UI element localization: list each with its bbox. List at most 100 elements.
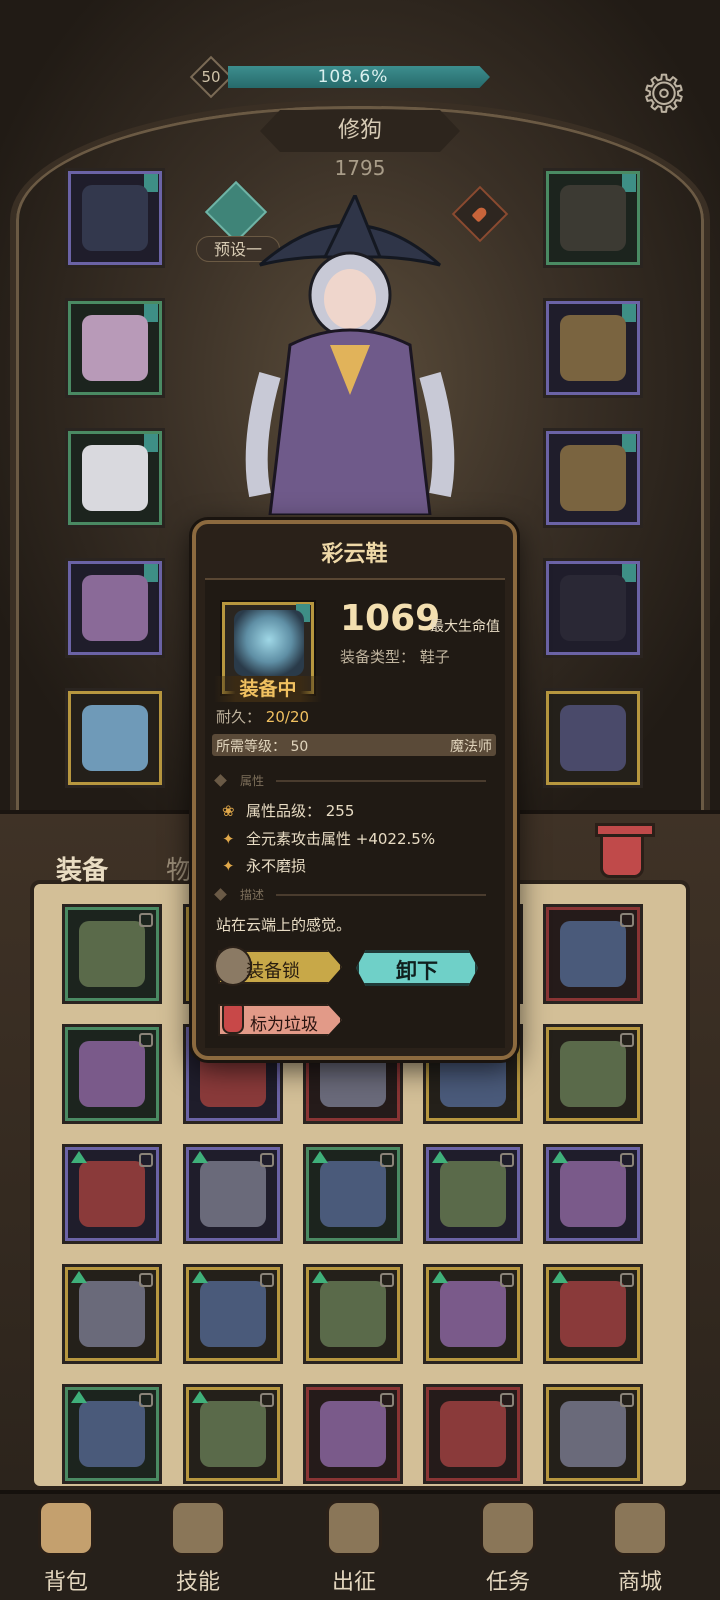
lock-icon: [260, 1153, 274, 1167]
trash-can-icon[interactable]: [595, 823, 655, 878]
inventory-slot[interactable]: [183, 1144, 283, 1244]
item-icon: [79, 1281, 145, 1347]
upgrade-arrow-icon: [192, 1151, 208, 1163]
nav-quests[interactable]: 任务: [448, 1490, 568, 1600]
equipped-tag: 装备中: [214, 676, 322, 702]
amulet-icon: [560, 185, 626, 251]
attr-unbreakable-text: 永不磨损: [246, 857, 307, 875]
lock-icon: [380, 1273, 394, 1287]
item-icon: [200, 1401, 266, 1467]
equip-slot-bracer[interactable]: [543, 688, 643, 788]
inventory-slot[interactable]: [423, 1144, 523, 1244]
quest-scroll-icon: [480, 1500, 536, 1556]
inventory-slot[interactable]: [543, 1024, 643, 1124]
lock-icon: [139, 1033, 153, 1047]
lock-icon: [620, 1273, 634, 1287]
upgrade-arrow-icon: [71, 1391, 87, 1403]
inventory-slot[interactable]: [543, 1144, 643, 1244]
item-icon: [320, 1401, 386, 1467]
nav-expedition[interactable]: 出征: [294, 1490, 414, 1600]
equip-slot-ring-1[interactable]: [543, 298, 643, 398]
shop-crown-icon: [612, 1500, 668, 1556]
item-icon: [200, 1281, 266, 1347]
durability-label: 耐久：: [216, 708, 262, 726]
exp-percent: 108.6%: [317, 67, 389, 87]
main-stat-value: 1069: [340, 598, 441, 639]
item-icon: [560, 1041, 626, 1107]
inventory-slot[interactable]: [543, 1264, 643, 1364]
inventory-slot[interactable]: [303, 1264, 403, 1364]
nav-label: 商城: [617, 1570, 662, 1595]
nav-label: 任务: [485, 1570, 530, 1595]
cloud-shoes-icon: [234, 610, 304, 676]
character-name: 修狗: [337, 118, 382, 143]
lock-icon: [500, 1393, 514, 1407]
witch-dress-icon: [82, 315, 148, 381]
level-text: 50: [201, 68, 221, 86]
inventory-slot[interactable]: [183, 1384, 283, 1484]
inventory-slot[interactable]: [62, 904, 162, 1004]
tab-equipment[interactable]: 装备: [56, 850, 108, 887]
item-icon: [560, 1401, 626, 1467]
sparkle-icon: ✦: [222, 857, 235, 875]
sparkle-icon: ✦: [222, 830, 235, 848]
upgrade-arrow-icon: [312, 1271, 328, 1283]
inventory-slot[interactable]: [423, 1264, 523, 1364]
upgrade-arrow-icon: [71, 1271, 87, 1283]
inventory-slot[interactable]: [423, 1384, 523, 1484]
nav-backpack[interactable]: 背包: [6, 1490, 126, 1600]
durability-value: 20/20: [265, 708, 310, 726]
lock-icon: [500, 1153, 514, 1167]
equip-slot-shoes[interactable]: [65, 688, 165, 788]
inventory-slot[interactable]: [62, 1144, 162, 1244]
mark-as-junk-label: 标为垃圾: [250, 1015, 318, 1035]
lock-icon: [139, 1393, 153, 1407]
item-icon: [200, 1161, 266, 1227]
upgrade-arrow-icon: [312, 1151, 328, 1163]
inventory-slot[interactable]: [62, 1024, 162, 1124]
lock-equipment-label: 装备锁: [246, 961, 300, 982]
item-description: 站在云端上的感觉。: [216, 916, 352, 934]
character-portrait: [245, 195, 455, 515]
skill-book-icon: [170, 1500, 226, 1556]
item-title: 彩云鞋: [321, 542, 388, 567]
required-class: 魔法师: [450, 739, 492, 755]
equip-slot-armor[interactable]: [65, 298, 165, 398]
ring-icon: [560, 445, 626, 511]
attr-unbreakable: ✦ 永不磨损: [222, 855, 306, 876]
nav-label: 技能: [175, 1570, 220, 1595]
inventory-slot[interactable]: [543, 1384, 643, 1484]
inventory-slot[interactable]: [62, 1384, 162, 1484]
equip-slot-gloves[interactable]: [65, 428, 165, 528]
inventory-slot[interactable]: [543, 904, 643, 1004]
inventory-slot[interactable]: [303, 1144, 403, 1244]
item-icon: [79, 1161, 145, 1227]
ring-icon: [560, 315, 626, 381]
equip-slot-weapon[interactable]: [543, 558, 643, 658]
equip-slot-hat[interactable]: [65, 168, 165, 268]
attr-quality-text: 属性品级： 255: [246, 802, 355, 820]
item-icon: [79, 1401, 145, 1467]
upgrade-arrow-icon: [552, 1151, 568, 1163]
attr-quality: ❀ 属性品级： 255: [222, 800, 354, 821]
nav-shop[interactable]: 商城: [580, 1490, 700, 1600]
lock-icon: [380, 1153, 394, 1167]
character-power: 1795: [334, 156, 386, 180]
lock-icon: [500, 1273, 514, 1287]
equip-slot-pants[interactable]: [65, 558, 165, 658]
gear-icon[interactable]: ⚙: [636, 65, 692, 123]
junk-bin-icon: [222, 1004, 244, 1034]
equipment-type: 装备类型： 鞋子: [340, 648, 450, 666]
nav-skills[interactable]: 技能: [138, 1490, 258, 1600]
item-icon: [440, 1161, 506, 1227]
item-icon: [440, 1401, 506, 1467]
inventory-slot[interactable]: [303, 1384, 403, 1484]
glove-icon: [82, 445, 148, 511]
inventory-slot[interactable]: [183, 1264, 283, 1364]
equip-slot-ring-2[interactable]: [543, 428, 643, 528]
bracer-icon: [560, 705, 626, 771]
item-icon: [560, 1281, 626, 1347]
inventory-slot[interactable]: [62, 1264, 162, 1364]
lock-icon: [620, 1153, 634, 1167]
equip-slot-amulet[interactable]: [543, 168, 643, 268]
